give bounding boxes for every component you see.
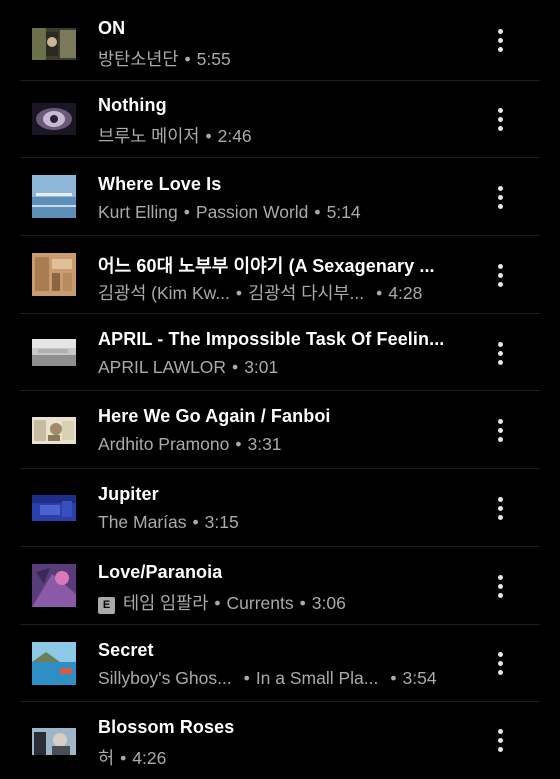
song-subtitle: Ardhito Pramono • 3:31 bbox=[98, 434, 282, 455]
song-row[interactable]: Love/Paranoia E 테임 임팔라 • Currents • 3:06 bbox=[0, 546, 560, 623]
song-artist: APRIL LAWLOR bbox=[98, 357, 227, 377]
more-vert-icon[interactable] bbox=[488, 646, 514, 682]
more-vert-icon[interactable] bbox=[488, 723, 514, 759]
more-vert-icon[interactable] bbox=[488, 336, 514, 372]
song-title: Where Love Is bbox=[98, 174, 222, 194]
song-title: Secret bbox=[98, 640, 154, 660]
song-title: Blossom Roses bbox=[98, 717, 235, 737]
song-subtitle: 김광석 (Kim Kw... • 김광석 다시부... • 4:28 bbox=[98, 280, 422, 305]
album-art bbox=[32, 28, 76, 60]
song-title: Here We Go Again / Fanboi bbox=[98, 406, 331, 426]
separator-dot: • bbox=[120, 748, 127, 768]
song-subtitle: APRIL LAWLOR • 3:01 bbox=[98, 357, 278, 378]
song-subtitle: 방탄소년단 • 5:55 bbox=[98, 46, 231, 71]
song-artist: Kurt Elling bbox=[98, 202, 178, 222]
song-duration: 3:54 bbox=[402, 668, 437, 688]
song-subtitle: Sillyboy's Ghos... • In a Small Pla... • 3:5… bbox=[98, 668, 437, 689]
song-title: Jupiter bbox=[98, 484, 159, 504]
song-album: 김광석 다시부... bbox=[248, 283, 365, 303]
separator-dot: • bbox=[314, 202, 321, 222]
song-duration: 5:14 bbox=[326, 202, 361, 222]
more-vert-icon[interactable] bbox=[488, 23, 514, 59]
song-title: ON bbox=[98, 18, 126, 38]
song-title: Love/Paranoia bbox=[98, 562, 223, 582]
song-row[interactable]: 어느 60대 노부부 이야기 (A Sexagenary ... 김광석 (Ki… bbox=[0, 235, 560, 312]
song-artist: Sillyboy's Ghos... bbox=[98, 668, 232, 688]
song-duration: 3:15 bbox=[204, 512, 239, 532]
song-artist: The Marías bbox=[98, 512, 187, 532]
more-vert-icon[interactable] bbox=[488, 180, 514, 216]
separator-dot: • bbox=[232, 357, 239, 377]
song-artist: 김광석 (Kim Kw... bbox=[98, 283, 230, 303]
song-subtitle: 브루노 메이저 • 2:46 bbox=[98, 123, 252, 148]
song-duration: 3:06 bbox=[311, 593, 346, 613]
song-artist: 방탄소년단 bbox=[98, 49, 179, 69]
more-vert-icon[interactable] bbox=[488, 102, 514, 138]
more-vert-icon[interactable] bbox=[488, 491, 514, 527]
song-title: Nothing bbox=[98, 95, 167, 115]
song-subtitle: 허 • 4:26 bbox=[98, 745, 166, 770]
song-row[interactable]: Secret Sillyboy's Ghos... • In a Small Pla… bbox=[0, 624, 560, 701]
separator-dot: • bbox=[235, 283, 243, 303]
separator-dot: • bbox=[214, 593, 221, 613]
separator-dot: • bbox=[205, 126, 212, 146]
song-artist: 브루노 메이저 bbox=[98, 126, 200, 146]
more-vert-icon[interactable] bbox=[488, 569, 514, 605]
separator-dot: • bbox=[299, 593, 306, 613]
song-duration: 5:55 bbox=[196, 49, 231, 69]
separator-dot: • bbox=[183, 202, 190, 222]
song-subtitle: Kurt Elling • Passion World • 5:14 bbox=[98, 202, 361, 223]
more-vert-icon[interactable] bbox=[488, 413, 514, 449]
album-art bbox=[32, 103, 76, 135]
album-art bbox=[32, 564, 76, 607]
song-row[interactable]: APRIL - The Impossible Task Of Feelin...… bbox=[0, 313, 560, 390]
album-art bbox=[32, 728, 76, 755]
song-list: ON 방탄소년단 • 5:55 Nothing 브루노 메이저 • 2:46 Where… bbox=[0, 0, 560, 779]
album-art bbox=[32, 253, 76, 296]
song-album: Passion World bbox=[195, 202, 309, 222]
song-row[interactable]: Nothing 브루노 메이저 • 2:46 bbox=[0, 80, 560, 157]
separator-dot: • bbox=[376, 283, 383, 303]
song-duration: 3:31 bbox=[247, 434, 282, 454]
song-title: 어느 60대 노부부 이야기 (A Sexagenary ... bbox=[98, 256, 435, 276]
separator-dot: • bbox=[184, 49, 191, 69]
song-artist: 테임 임팔라 bbox=[123, 593, 209, 613]
song-subtitle: The Marías • 3:15 bbox=[98, 512, 239, 533]
song-album: Currents bbox=[226, 593, 294, 613]
album-art bbox=[32, 642, 76, 685]
song-row[interactable]: Blossom Roses 허 • 4:26 bbox=[0, 701, 560, 778]
separator-dot: • bbox=[243, 668, 250, 688]
song-album: In a Small Pla... bbox=[255, 668, 379, 688]
separator-dot: • bbox=[235, 434, 242, 454]
separator-dot: • bbox=[390, 668, 397, 688]
song-subtitle: E 테임 임팔라 • Currents • 3:06 bbox=[98, 590, 346, 615]
album-art bbox=[32, 175, 76, 218]
album-art bbox=[32, 417, 76, 444]
album-art bbox=[32, 339, 76, 366]
song-row[interactable]: ON 방탄소년단 • 5:55 bbox=[0, 0, 560, 77]
song-artist: 허 bbox=[98, 748, 115, 768]
song-duration: 4:26 bbox=[132, 748, 167, 768]
song-duration: 4:28 bbox=[388, 283, 423, 303]
song-row[interactable]: Where Love Is Kurt Elling • Passion World •… bbox=[0, 157, 560, 234]
song-title: APRIL - The Impossible Task Of Feelin... bbox=[98, 329, 445, 349]
song-duration: 3:01 bbox=[244, 357, 279, 377]
more-vert-icon[interactable] bbox=[488, 258, 514, 294]
song-duration: 2:46 bbox=[217, 126, 252, 146]
explicit-badge-icon: E bbox=[98, 597, 115, 614]
album-art bbox=[32, 495, 76, 521]
song-row[interactable]: Jupiter The Marías • 3:15 bbox=[0, 468, 560, 545]
song-artist: Ardhito Pramono bbox=[98, 434, 230, 454]
song-row[interactable]: Here We Go Again / Fanboi Ardhito Pramon… bbox=[0, 390, 560, 467]
separator-dot: • bbox=[192, 512, 199, 532]
